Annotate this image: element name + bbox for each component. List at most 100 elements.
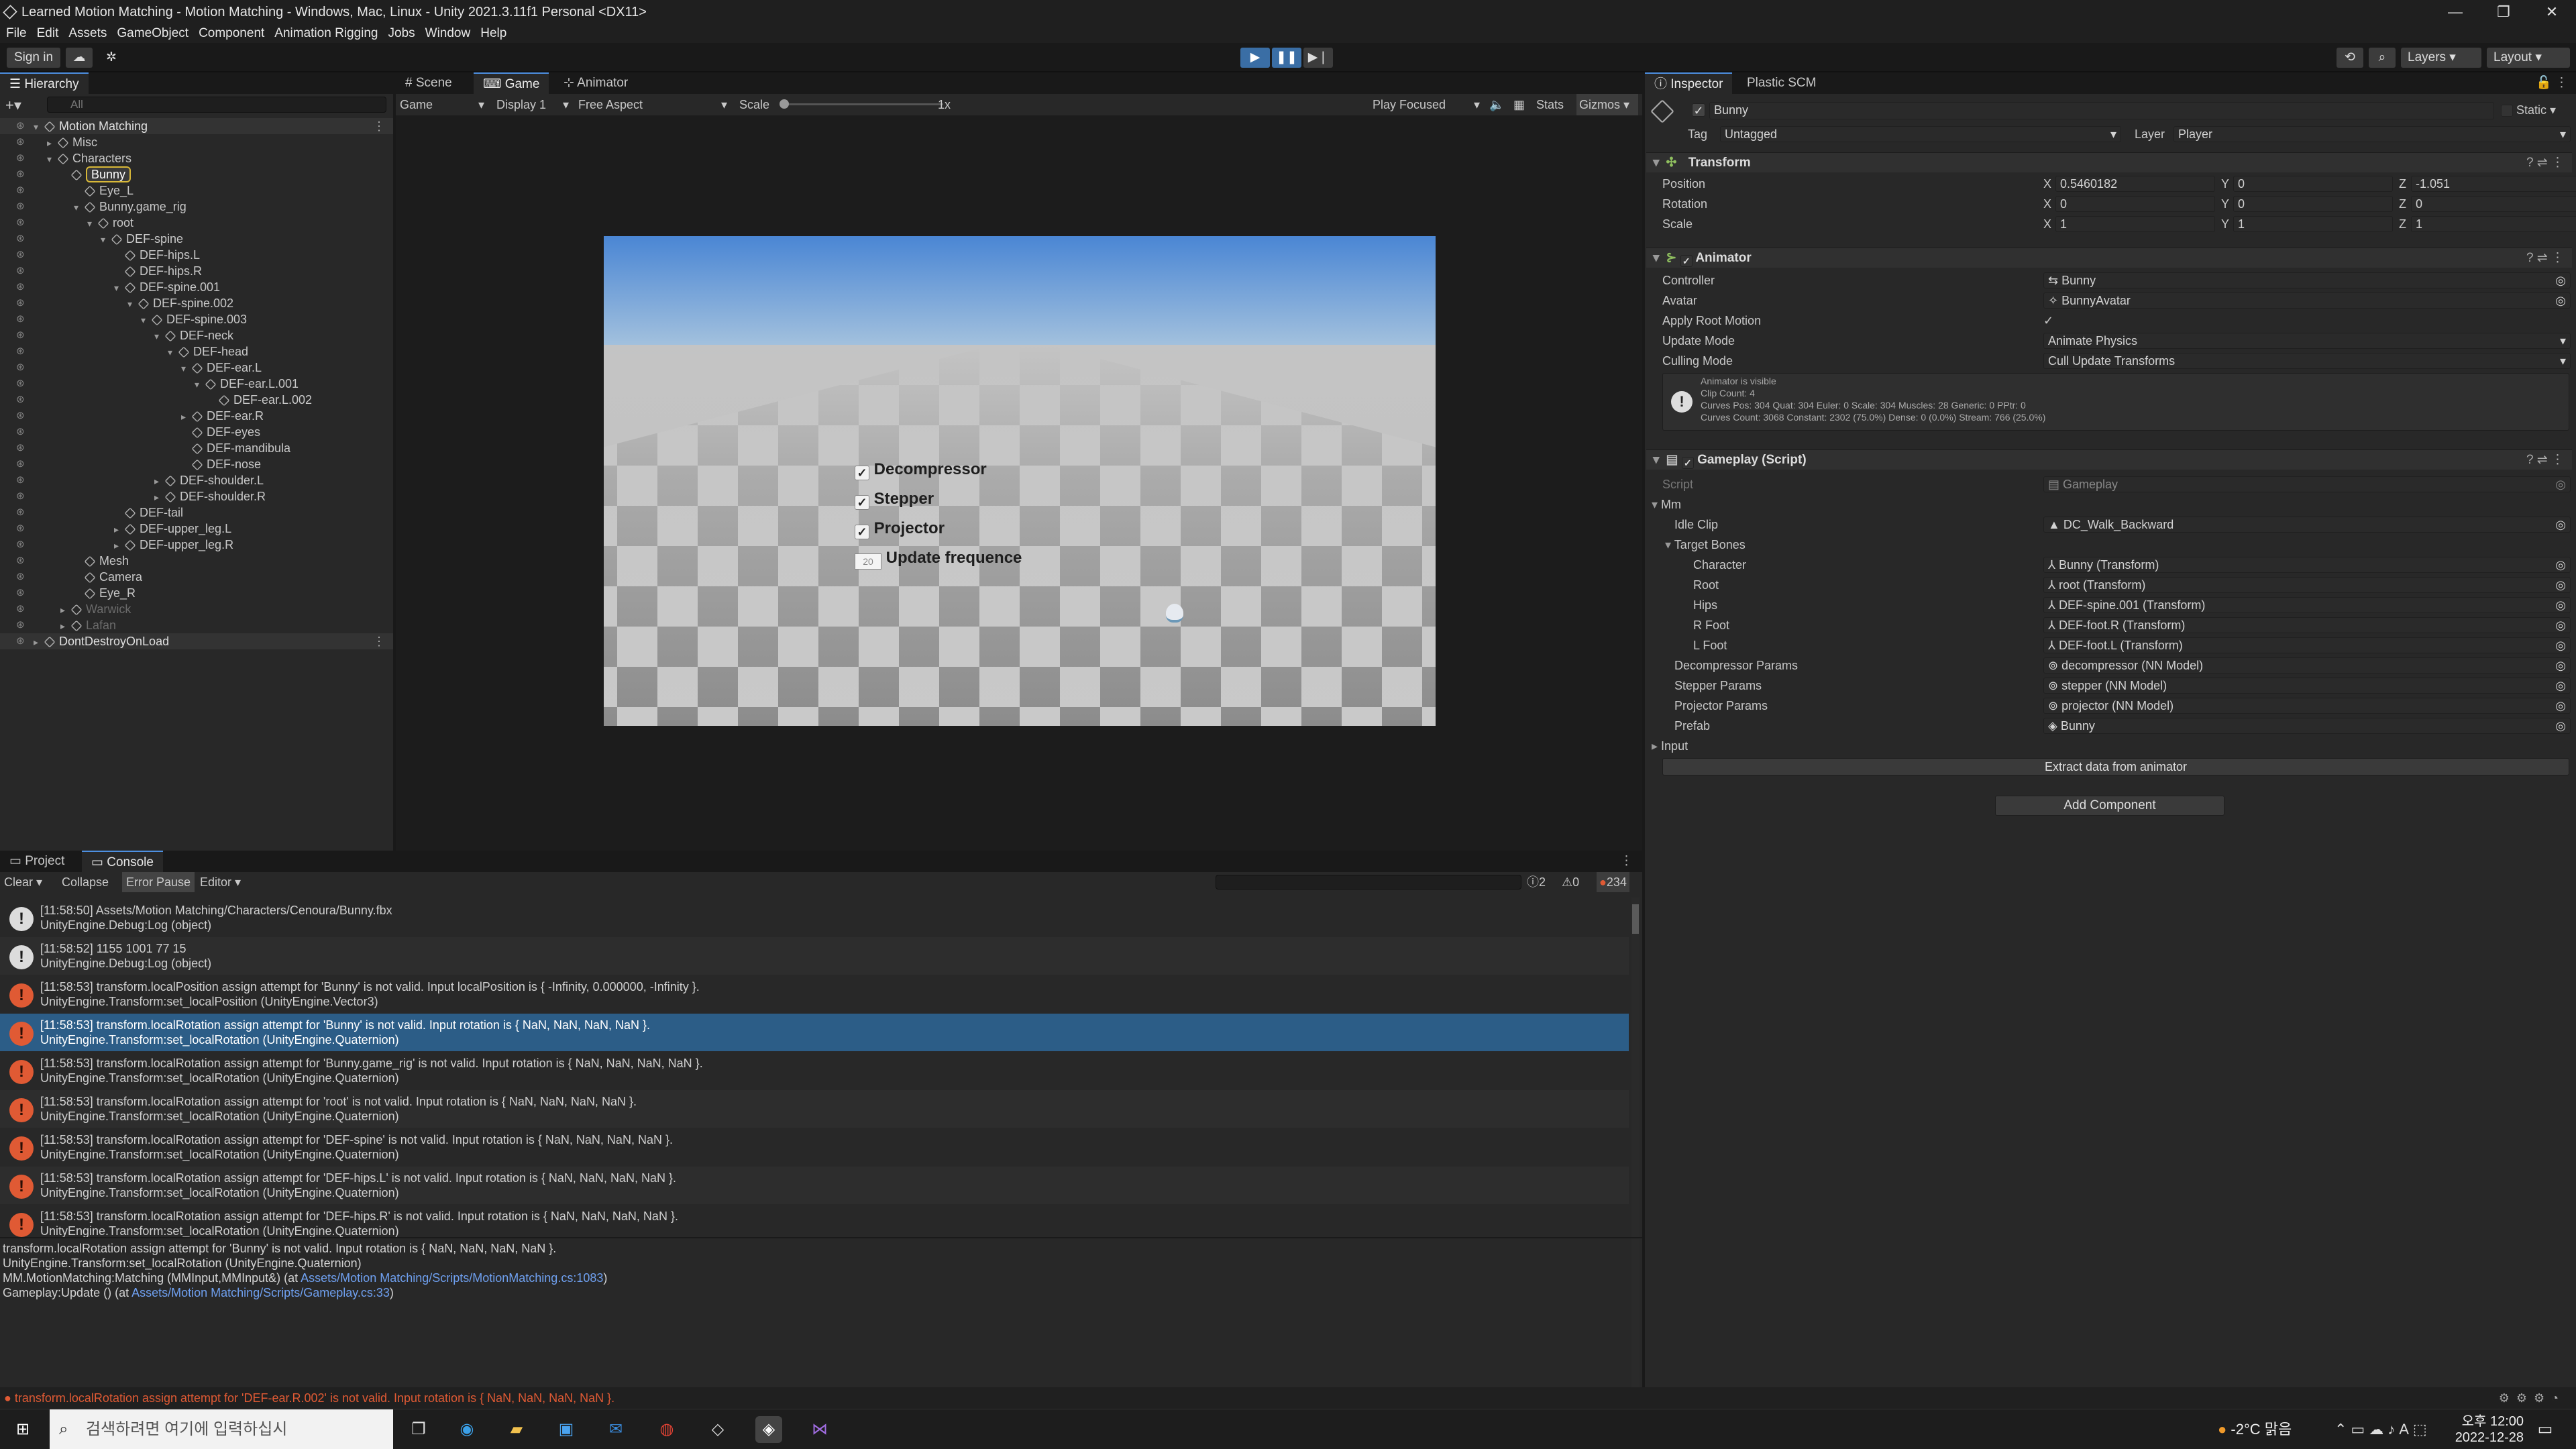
projector-toggle[interactable]: ✓ Projector — [855, 519, 1022, 549]
visibility-icon[interactable]: ⊛ — [16, 537, 25, 553]
expand-arrow-icon[interactable]: ▾ — [87, 215, 98, 231]
visibility-icon[interactable]: ⊛ — [16, 182, 25, 199]
expand-arrow-icon[interactable]: ▸ — [47, 135, 58, 151]
gameplay-header[interactable]: ▾ ▤ ✓ Gameplay (Script)? ⇌ ⋮ — [1646, 449, 2572, 470]
console-search-input[interactable] — [1216, 875, 1521, 890]
hierarchy-item[interactable]: ⊛ DEF-hips.L — [0, 247, 393, 263]
hierarchy-item[interactable]: ⊛ ▾ Characters — [0, 150, 393, 166]
visibility-icon[interactable]: ⊛ — [16, 456, 25, 472]
visibility-icon[interactable]: ⊛ — [16, 263, 25, 279]
layers-dropdown[interactable]: Layers ▾ — [2401, 48, 2481, 68]
close-button[interactable]: ✕ — [2528, 0, 2576, 24]
expand-arrow-icon[interactable]: ▾ — [47, 151, 58, 167]
object-picker-icon[interactable]: ◎ — [2555, 618, 2566, 633]
console-log-entry[interactable]: ! [11:58:53] transform.localRotation assi… — [0, 1090, 1629, 1128]
visibility-icon[interactable]: ⊛ — [16, 150, 25, 166]
menu-help[interactable]: Help — [480, 26, 506, 40]
visibility-icon[interactable]: ⊛ — [16, 504, 25, 521]
object-picker-icon[interactable]: ◎ — [2555, 598, 2566, 612]
expand-arrow-icon[interactable]: ▾ — [195, 376, 205, 392]
menu-animation-rigging[interactable]: Animation Rigging — [274, 26, 378, 40]
projector-checkbox[interactable]: ✓ — [855, 525, 869, 539]
hierarchy-item[interactable]: ⊛ ▾ Motion Matching ⋮ — [0, 118, 393, 134]
visibility-icon[interactable]: ⊛ — [16, 617, 25, 633]
object-picker-icon[interactable]: ◎ — [2555, 273, 2566, 288]
motionmatching-link[interactable]: Assets/Motion Matching/Scripts/MotionMat… — [301, 1271, 603, 1285]
expand-arrow-icon[interactable]: ▾ — [114, 280, 125, 296]
gameplay-field[interactable]: ◈ Bunny ◎ — [2043, 718, 2571, 734]
transform-z-field[interactable]: 0 — [2411, 196, 2576, 212]
console-log-entry[interactable]: ! [11:58:50] Assets/Motion Matching/Chara… — [0, 899, 1629, 936]
visibility-icon[interactable]: ⊛ — [16, 360, 25, 376]
visibility-icon[interactable]: ⊛ — [16, 633, 25, 649]
hierarchy-item[interactable]: ⊛ ▾ DEF-ear.L — [0, 360, 393, 376]
visibility-icon[interactable]: ⊛ — [16, 424, 25, 440]
add-component-button[interactable]: Add Component — [1995, 796, 2224, 816]
object-picker-icon[interactable]: ◎ — [2555, 293, 2566, 308]
menu-edit[interactable]: Edit — [37, 26, 59, 40]
menu-jobs[interactable]: Jobs — [388, 26, 415, 40]
transform-y-field[interactable]: 0 — [2233, 176, 2393, 192]
pause-icon[interactable]: ❚❚ — [1272, 48, 1301, 68]
transform-z-field[interactable]: -1.051 — [2411, 176, 2576, 192]
expand-arrow-icon[interactable]: ▾ — [141, 312, 152, 328]
menu-file[interactable]: File — [6, 26, 27, 40]
cloud-icon[interactable]: ☁ — [66, 48, 93, 68]
visibility-icon[interactable]: ⊛ — [16, 215, 25, 231]
visibility-icon[interactable]: ⊛ — [16, 295, 25, 311]
expand-arrow-icon[interactable]: ▸ — [114, 521, 125, 537]
menu-assets[interactable]: Assets — [68, 26, 107, 40]
hierarchy-item[interactable]: ⊛ Bunny — [0, 166, 393, 182]
warning-count-toggle[interactable]: ⚠0 — [1562, 872, 1579, 892]
transform-x-field[interactable]: 0 — [2055, 196, 2215, 212]
visibility-icon[interactable]: ⊛ — [16, 569, 25, 585]
scene-menu-icon[interactable]: ⋮ — [373, 633, 385, 649]
gizmos-button[interactable]: Gizmos ▾ — [1576, 94, 1638, 115]
expand-arrow-icon[interactable]: ▸ — [60, 602, 71, 618]
visibility-icon[interactable]: ⊛ — [16, 231, 25, 247]
dropdown-arrow-icon[interactable]: ▾ — [2560, 333, 2566, 348]
layer-dropdown[interactable]: Player ▾ — [2174, 126, 2571, 142]
visibility-icon[interactable]: ⊛ — [16, 521, 25, 537]
file-explorer-icon[interactable]: ▰ — [503, 1416, 530, 1443]
decompressor-toggle[interactable]: ✓ Decompressor — [855, 460, 1022, 490]
animator-field[interactable]: ⇆ Bunny ◎ — [2043, 272, 2571, 288]
update-frequence-input[interactable]: 20 — [855, 553, 881, 570]
hierarchy-item[interactable]: ⊛ ▸ DontDestroyOnLoad ⋮ — [0, 633, 393, 649]
clear-button[interactable]: Clear ▾ — [4, 872, 42, 892]
gameplay-field[interactable]: ⅄ Bunny (Transform) ◎ — [2043, 557, 2571, 573]
minimize-button[interactable]: — — [2431, 0, 2479, 24]
hierarchy-item[interactable]: ⊛ ▸ DEF-ear.R — [0, 408, 393, 424]
tag-dropdown[interactable]: Untagged ▾ — [1720, 126, 2121, 142]
transform-header[interactable]: ▾ ✣ Transform? ⇌ ⋮ — [1646, 152, 2572, 172]
tab-game[interactable]: ⌨ Game — [474, 72, 549, 94]
animator-field[interactable]: ✧ BunnyAvatar ◎ — [2043, 292, 2571, 309]
menu-window[interactable]: Window — [425, 26, 471, 40]
stepper-checkbox[interactable]: ✓ — [855, 495, 869, 510]
visibility-icon[interactable]: ⊛ — [16, 408, 25, 424]
inspector-lock-icon[interactable]: 🔓 ⋮ — [2536, 72, 2568, 94]
console-scrollbar[interactable] — [1631, 898, 1640, 1417]
visibility-icon[interactable]: ⊛ — [16, 166, 25, 182]
maximize-button[interactable]: ❐ — [2479, 0, 2528, 24]
visibility-icon[interactable]: ⊛ — [16, 392, 25, 408]
static-toggle[interactable]: Static ▾ — [2501, 102, 2556, 118]
gameplay-field[interactable]: ▲ DC_Walk_Backward ◎ — [2043, 517, 2571, 533]
unity-editor-icon[interactable]: ◈ — [755, 1416, 782, 1443]
gameplay-field[interactable]: ⅄ root (Transform) ◎ — [2043, 577, 2571, 593]
active-checkbox[interactable]: ✓ — [1692, 103, 1705, 117]
windows-start-icon[interactable]: ⊞ — [9, 1416, 36, 1443]
object-picker-icon[interactable]: ◎ — [2555, 557, 2566, 572]
visibility-icon[interactable]: ⊛ — [16, 247, 25, 263]
hierarchy-item[interactable]: ⊛ Camera — [0, 569, 393, 585]
object-picker-icon[interactable]: ◎ — [2555, 718, 2566, 733]
transform-z-field[interactable]: 1 — [2411, 216, 2576, 232]
weather-widget[interactable]: ● -2°C 맑음 — [2218, 1409, 2292, 1449]
hierarchy-item[interactable]: ⊛ ▾ DEF-spine.001 — [0, 279, 393, 295]
object-picker-icon[interactable]: ◎ — [2555, 678, 2566, 693]
layout-dropdown[interactable]: Layout ▾ — [2487, 48, 2570, 68]
error-count-toggle[interactable]: ●234 — [1597, 872, 1629, 892]
visibility-icon[interactable]: ⊛ — [16, 199, 25, 215]
expand-arrow-icon[interactable]: ▾ — [168, 344, 178, 360]
chrome-icon[interactable]: ◍ — [653, 1416, 680, 1443]
